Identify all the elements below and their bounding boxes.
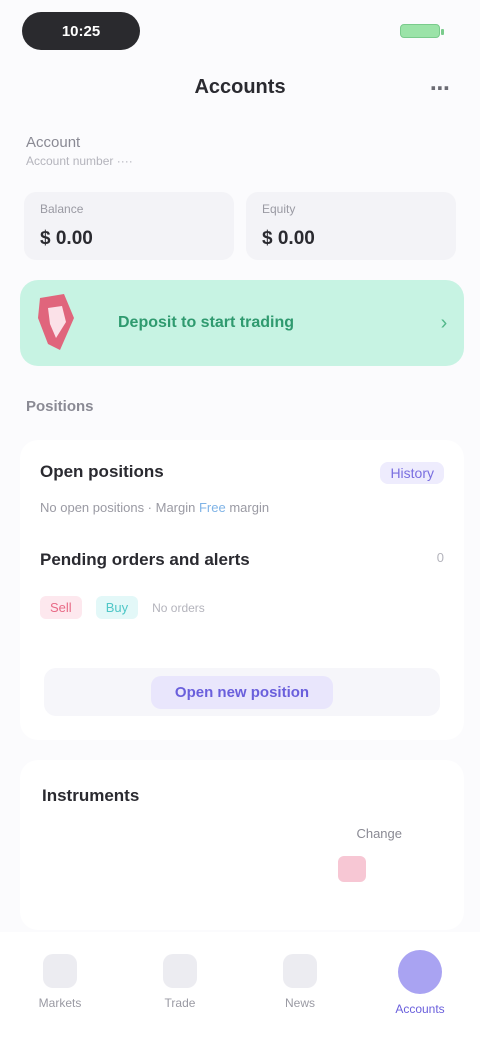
news-icon <box>283 954 317 988</box>
summary-row: Balance $ 0.00 Equity $ 0.00 <box>24 192 456 260</box>
nav-accounts[interactable]: Accounts <box>375 950 465 1016</box>
nav-markets[interactable]: Markets <box>15 954 105 1010</box>
pending-orders-row[interactable]: Pending orders and alerts 0 Sell Buy No … <box>40 550 444 619</box>
equity-value: $ 0.00 <box>262 228 315 249</box>
equity-caption: Equity <box>262 202 296 216</box>
instruments-title: Instruments <box>42 786 140 805</box>
header: Accounts ⋯ <box>0 60 480 116</box>
app-screen: 10:25 Accounts ⋯ Account Account number … <box>0 0 480 1040</box>
meta-margin: margin <box>229 500 270 515</box>
more-button[interactable]: ⋯ <box>422 72 458 104</box>
status-bar: 10:25 <box>0 0 480 60</box>
sell-chip[interactable]: Sell <box>40 596 82 619</box>
nav-label: Markets <box>38 996 82 1010</box>
nav-label: Trade <box>164 996 196 1010</box>
positions-card: Open positions History No open positions… <box>20 440 464 740</box>
nav-label: Accounts <box>395 1002 445 1016</box>
battery-icon <box>400 24 444 38</box>
change-caption: Change <box>356 826 402 841</box>
account-number: Account number ···· <box>26 154 133 168</box>
instruments-card: Instruments Change <box>20 760 464 930</box>
pending-count: 0 <box>436 550 444 565</box>
balance-caption: Balance <box>40 202 84 216</box>
equity-card[interactable]: Equity $ 0.00 <box>246 192 456 260</box>
nav-label: News <box>284 996 315 1010</box>
banner-text: Deposit to start trading <box>118 314 295 331</box>
pending-orders-title: Pending orders and alerts <box>40 550 250 569</box>
positions-meta: No open positions · Margin Free margin <box>40 500 444 515</box>
chart-icon <box>43 954 77 988</box>
account-label: Account <box>26 134 81 151</box>
balance-value: $ 0.00 <box>40 228 93 249</box>
order-chips: Sell Buy No orders <box>40 596 444 619</box>
nav-news[interactable]: News <box>255 954 345 1010</box>
change-badge <box>338 856 366 882</box>
status-time: 10:25 <box>22 12 140 50</box>
page-title: Accounts <box>194 76 286 98</box>
open-positions-row[interactable]: Open positions History No open positions… <box>40 462 444 515</box>
balance-card[interactable]: Balance $ 0.00 <box>24 192 234 260</box>
meta-free: Free <box>198 500 226 515</box>
gift-icon <box>20 280 94 366</box>
bottom-nav: Markets Trade News Accounts <box>0 932 480 1040</box>
no-orders-text: No orders <box>152 600 205 615</box>
open-position-bar: Open new position <box>44 668 440 716</box>
swap-icon <box>163 954 197 988</box>
deposit-banner[interactable]: Deposit to start trading › <box>20 280 464 366</box>
section-label: Positions <box>26 398 94 415</box>
chevron-right-icon: › <box>440 311 448 334</box>
history-link[interactable]: History <box>380 462 444 484</box>
meta-text: No open positions · Margin <box>40 500 196 515</box>
user-icon <box>398 950 442 994</box>
buy-chip[interactable]: Buy <box>95 596 139 619</box>
open-position-button[interactable]: Open new position <box>150 675 334 709</box>
nav-trade[interactable]: Trade <box>135 954 225 1010</box>
